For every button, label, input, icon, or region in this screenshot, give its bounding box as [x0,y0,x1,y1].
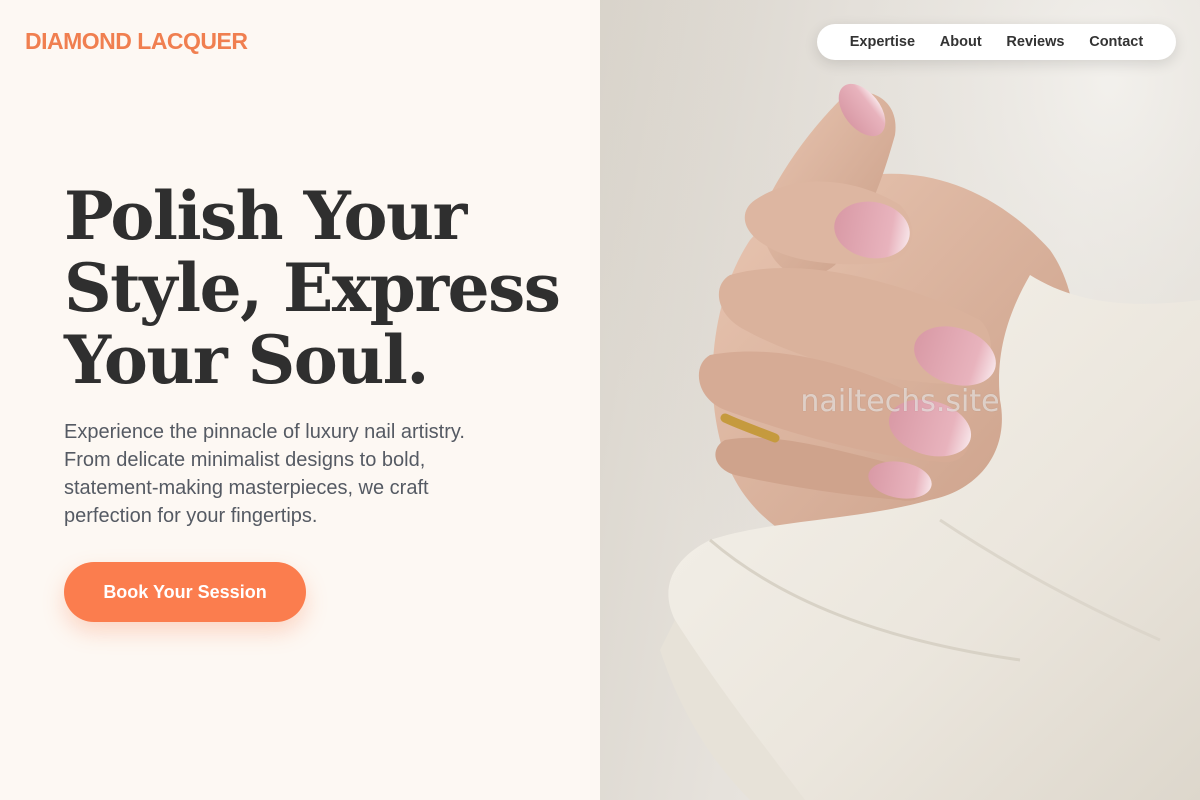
hero-description-line: perfection for your fingertips. [64,505,318,527]
hero-description-line: statement-making masterpieces, we craft [64,477,429,499]
hero-title-line: Your Soul. [64,321,429,399]
book-session-button[interactable]: Book Your Session [64,562,306,622]
hero-title-line: Style, Express [64,249,561,327]
hand-with-pink-nails-photo [600,0,1200,800]
hero-description: Experience the pinnacle of luxury nail a… [64,418,524,530]
nav-link-expertise[interactable]: Expertise [850,34,915,50]
hero-image: nailtechs.site [600,0,1200,800]
nav-link-about[interactable]: About [940,34,982,50]
nav-link-contact[interactable]: Contact [1089,34,1143,50]
nav-link-reviews[interactable]: Reviews [1006,34,1064,50]
brand-logo[interactable]: DIAMOND LACQUER [25,28,248,55]
hero-title-line: Polish Your [64,177,467,255]
hero-description-line: Experience the pinnacle of luxury nail a… [64,421,465,443]
hero-title: Polish Your Style, Express Your Soul. [64,180,584,396]
hero-content-panel: DIAMOND LACQUER Polish Your Style, Expre… [0,0,600,800]
hero-description-line: From delicate minimalist designs to bold… [64,449,426,471]
main-nav: Expertise About Reviews Contact [817,24,1176,60]
